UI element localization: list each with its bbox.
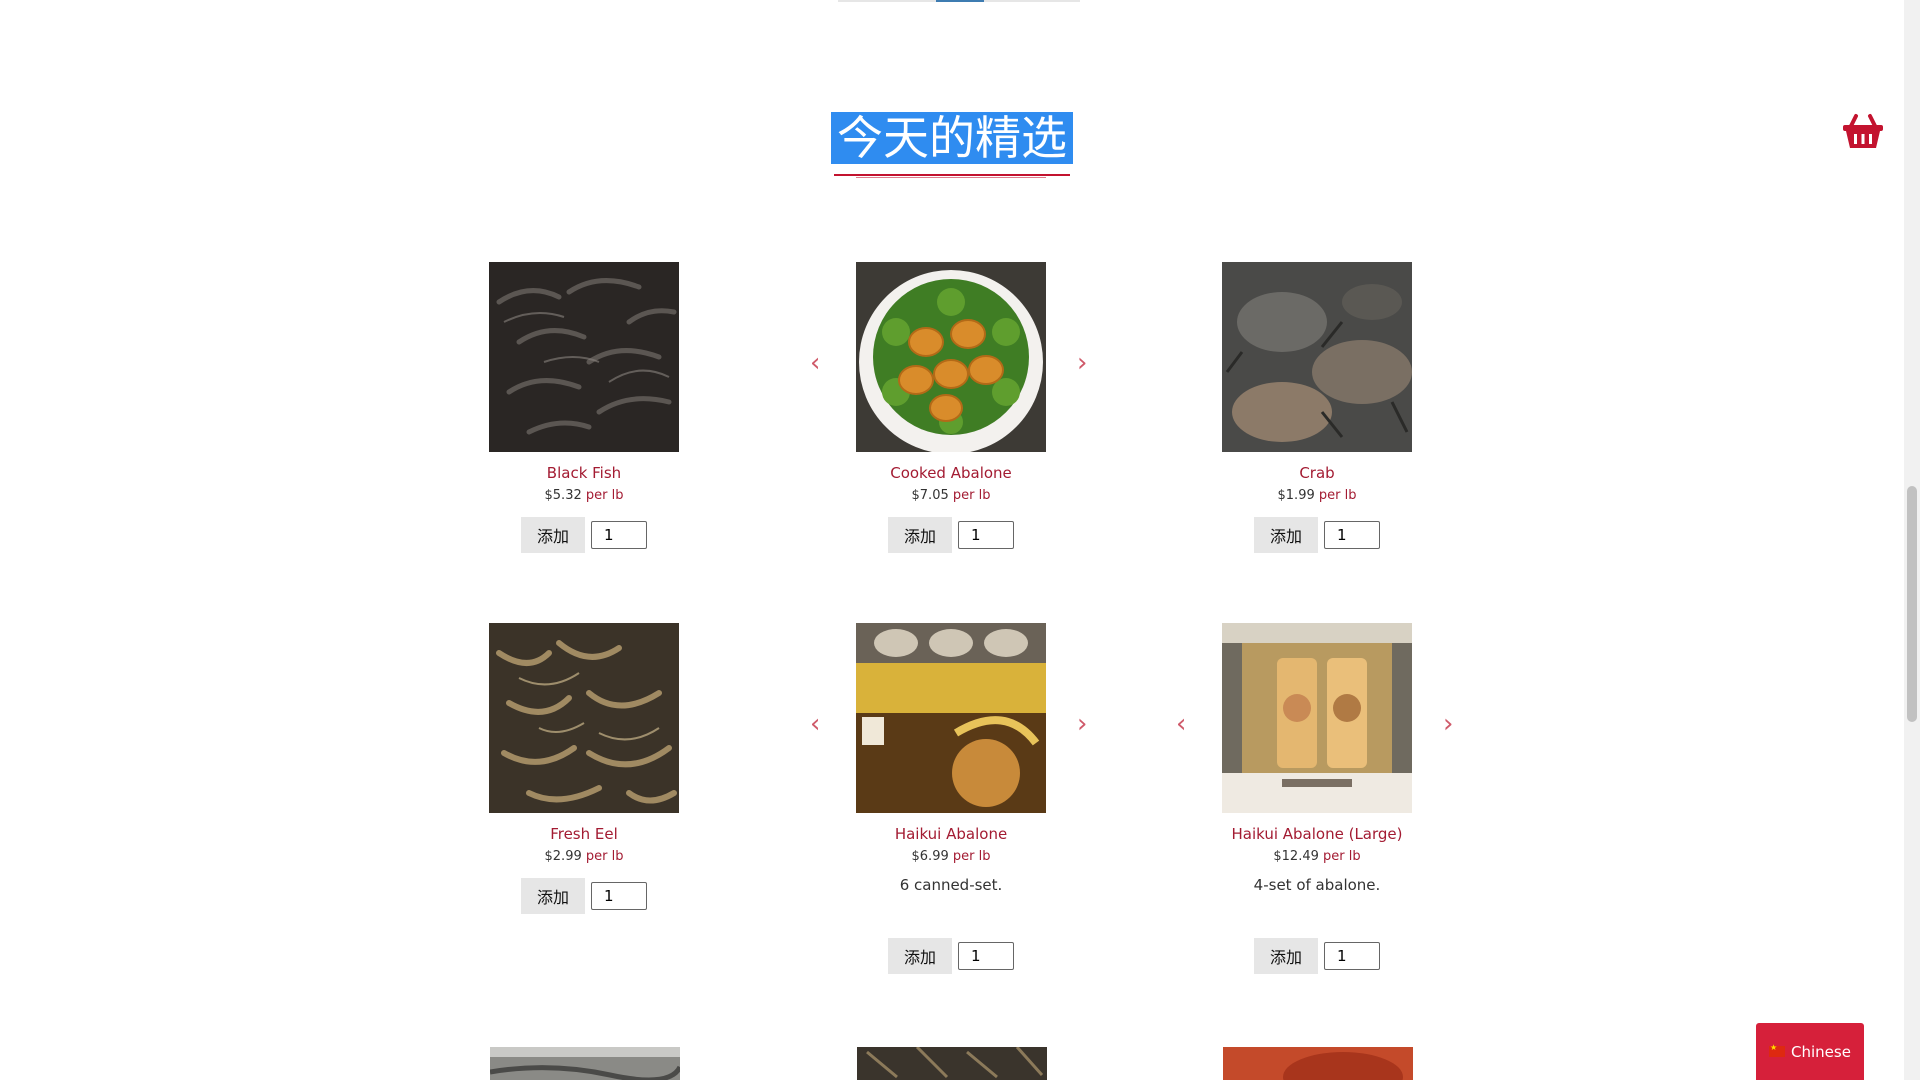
price-value: $5.32 — [544, 488, 582, 503]
quantity-input[interactable] — [591, 521, 647, 549]
add-button[interactable]: 添加 — [1254, 938, 1318, 974]
product-card-crab: Crab $1.99 per lb 添加 — [1167, 262, 1467, 553]
product-image[interactable] — [856, 623, 1046, 813]
add-to-cart-row: 添加 — [801, 938, 1101, 974]
basket-icon[interactable] — [1842, 112, 1884, 150]
product-name[interactable]: Fresh Eel — [434, 825, 734, 843]
quantity-input[interactable] — [1324, 521, 1380, 549]
title-underline — [834, 174, 1070, 176]
price-unit: per lb — [952, 849, 991, 864]
quantity-input[interactable] — [958, 521, 1014, 549]
title-underline-secondary — [856, 177, 1046, 178]
product-image[interactable] — [856, 262, 1046, 452]
chevron-right-icon[interactable]: › — [1443, 711, 1453, 737]
product-card-black-fish: Black Fish $5.32 per lb 添加 — [434, 262, 734, 553]
product-description: 6 canned-set. — [899, 876, 1003, 894]
product-image[interactable] — [1223, 1047, 1413, 1080]
scrollbar-thumb[interactable] — [1907, 486, 1917, 722]
section-heading-wrap: 今天的精选 — [0, 112, 1904, 164]
product-image[interactable] — [1222, 623, 1412, 813]
product-name[interactable]: Black Fish — [434, 464, 734, 482]
add-to-cart-row: 添加 — [434, 517, 734, 553]
product-card-fresh-eel: Fresh Eel $2.99 per lb 添加 — [434, 623, 734, 914]
pagination-active — [936, 0, 984, 2]
product-name[interactable]: Haikui Abalone (Large) — [1167, 825, 1467, 843]
add-to-cart-row: 添加 — [801, 517, 1101, 553]
product-image[interactable] — [1222, 262, 1412, 452]
price-value: $7.05 — [911, 488, 949, 503]
quantity-input[interactable] — [591, 882, 647, 910]
section-title: 今天的精选 — [831, 112, 1073, 164]
product-card-haikui-abalone: Haikui Abalone $6.99 per lb 6 canned-set… — [801, 623, 1101, 974]
quantity-input[interactable] — [958, 942, 1014, 970]
price-value: $1.99 — [1277, 488, 1315, 503]
price-unit: per lb — [585, 849, 624, 864]
price-value: $12.49 — [1273, 849, 1319, 864]
price-value: $2.99 — [544, 849, 582, 864]
chevron-right-icon[interactable]: › — [1077, 350, 1087, 376]
quantity-input[interactable] — [1324, 942, 1380, 970]
product-price: $2.99 per lb — [434, 849, 734, 864]
scrollbar[interactable] — [1904, 0, 1920, 1080]
price-unit: per lb — [1318, 488, 1357, 503]
price-unit: per lb — [952, 488, 991, 503]
product-name[interactable]: Haikui Abalone — [801, 825, 1101, 843]
product-price: $12.49 per lb — [1167, 849, 1467, 864]
language-switch-button[interactable]: Chinese — [1756, 1023, 1864, 1080]
product-description: 4-set of abalone. — [1253, 876, 1381, 894]
product-name[interactable]: Crab — [1167, 464, 1467, 482]
china-flag-icon — [1769, 1043, 1786, 1057]
price-value: $6.99 — [911, 849, 949, 864]
product-image[interactable] — [490, 1047, 680, 1080]
price-unit: per lb — [585, 488, 624, 503]
add-button[interactable]: 添加 — [1254, 517, 1318, 553]
add-button[interactable]: 添加 — [888, 938, 952, 974]
add-to-cart-row: 添加 — [1167, 938, 1467, 974]
product-price: $7.05 per lb — [801, 488, 1101, 503]
add-to-cart-row: 添加 — [434, 878, 734, 914]
add-button[interactable]: 添加 — [521, 517, 585, 553]
product-image[interactable] — [489, 262, 679, 452]
add-button[interactable]: 添加 — [888, 517, 952, 553]
product-card-haikui-abalone-large: Haikui Abalone (Large) $12.49 per lb 4-s… — [1167, 623, 1467, 974]
product-name[interactable]: Cooked Abalone — [801, 464, 1101, 482]
product-price: $6.99 per lb — [801, 849, 1101, 864]
product-price: $1.99 per lb — [1167, 488, 1467, 503]
chevron-right-icon[interactable]: › — [1077, 711, 1087, 737]
product-image[interactable] — [489, 623, 679, 813]
product-image[interactable] — [857, 1047, 1047, 1080]
language-label: Chinese — [1791, 1042, 1851, 1061]
pagination-remnant — [838, 0, 1080, 2]
price-unit: per lb — [1323, 849, 1361, 864]
add-to-cart-row: 添加 — [1167, 517, 1467, 553]
product-card-cooked-abalone: Cooked Abalone $7.05 per lb 添加 — [801, 262, 1101, 553]
add-button[interactable]: 添加 — [521, 878, 585, 914]
product-price: $5.32 per lb — [434, 488, 734, 503]
